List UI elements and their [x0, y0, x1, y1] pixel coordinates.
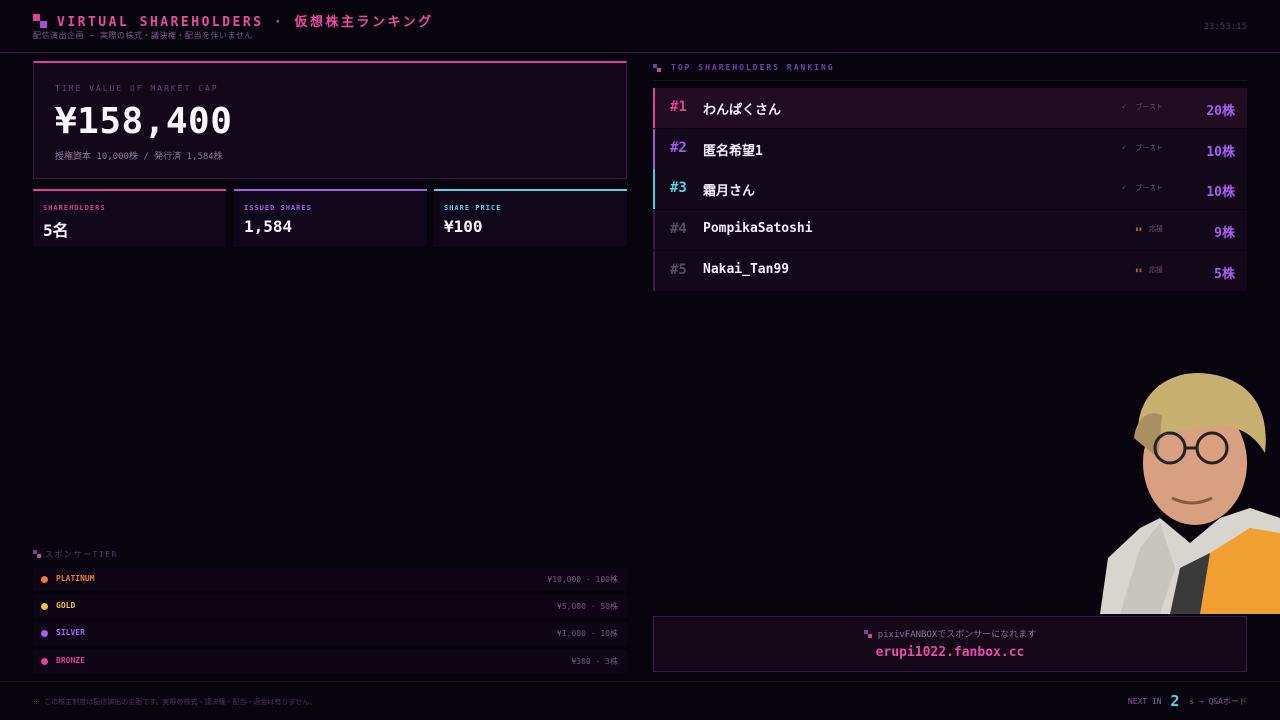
market-cap-value: ¥158,400	[55, 101, 233, 142]
stat-label: SHAREHOLDERS	[43, 204, 106, 212]
page-subtitle: 配信演出企画 — 実際の株式・議決権・配当を伴いません	[33, 31, 253, 40]
ranking-row: #4 PompikaSatoshi ▮▮ 応援 9株	[653, 210, 1247, 250]
tier-row-gold: GOLD ¥5,000 · 50株	[33, 595, 627, 618]
next-suffix: s → Q&Aボード	[1189, 697, 1247, 706]
support-tag-text: ブースト	[1135, 184, 1163, 192]
market-cap-label: TIME VALUE OF MARKET CAP	[55, 84, 219, 93]
support-tag: ▮▮ 応援	[1135, 265, 1163, 275]
header: VIRTUAL SHAREHOLDERS · 仮想株主ランキング 配信演出企画 …	[0, 0, 1280, 53]
rank-number: #1	[670, 99, 687, 115]
ranking-row: #3 霜月さん ➶ ブースト 10株	[653, 169, 1247, 209]
cheer-icon: ▮▮	[1135, 267, 1143, 274]
fanbox-marker-icon	[863, 630, 872, 638]
tier-heading: スポンサーTIER	[33, 549, 118, 560]
rocket-icon: ➶	[1121, 143, 1127, 152]
ranking-heading-text: TOP SHAREHOLDERS RANKING	[671, 63, 835, 72]
support-tag-text: ブースト	[1135, 144, 1163, 152]
tier-row-platinum: PLATINUM ¥10,000 · 100株	[33, 568, 627, 591]
webcam-overlay	[1100, 368, 1280, 614]
share-count: 5株	[1214, 267, 1235, 282]
tier-marker-icon	[33, 550, 41, 558]
share-count: 9株	[1214, 226, 1235, 241]
share-count: 10株	[1206, 185, 1235, 200]
tier-dot-icon	[41, 630, 48, 637]
countdown-number: 2	[1170, 692, 1180, 710]
stat-card-shareholders: SHAREHOLDERS 5名	[33, 189, 226, 247]
rank-number: #3	[670, 180, 687, 196]
ranking-heading: TOP SHAREHOLDERS RANKING	[653, 63, 1247, 81]
tier-row-silver: SILVER ¥1,000 · 10株	[33, 622, 627, 645]
rocket-icon: ➶	[1121, 183, 1127, 192]
fanbox-label-text: pixivFANBOXでスポンサーになれます	[877, 630, 1037, 640]
support-tag-text: 応援	[1149, 266, 1163, 274]
tier-dot-icon	[41, 576, 48, 583]
footer: ※ この株主制度は配信演出の企画です。実際の株式・議決権・配当・返金は有りません…	[0, 681, 1280, 720]
support-tag: ➶ ブースト	[1121, 102, 1163, 112]
rank-number: #5	[670, 262, 687, 278]
ranking-marker-icon	[653, 64, 661, 72]
rank-number: #4	[670, 221, 687, 237]
support-tag: ▮▮ 応援	[1135, 224, 1163, 234]
ranking-row: #5 Nakai_Tan99 ▮▮ 応援 5株	[653, 251, 1247, 291]
next-countdown: NEXT IN 2 s → Q&Aボード	[1128, 692, 1247, 710]
tier-name: BRONZE	[56, 656, 85, 665]
rank-number: #2	[670, 140, 687, 156]
shareholder-name: 霜月さん	[703, 184, 756, 199]
ranking-row: #2 匿名希望1 ➶ ブースト 10株	[653, 129, 1247, 169]
support-tag-text: 応援	[1149, 225, 1163, 233]
support-tag: ➶ ブースト	[1121, 143, 1163, 153]
stat-value: ¥100	[444, 217, 483, 236]
market-cap-panel: TIME VALUE OF MARKET CAP ¥158,400 授権資本 1…	[33, 61, 627, 179]
tier-name: SILVER	[56, 628, 85, 637]
tier-row-bronze: BRONZE ¥300 · 3株	[33, 650, 627, 673]
tier-price: ¥300 · 3株	[571, 657, 618, 666]
page-title: VIRTUAL SHAREHOLDERS · 仮想株主ランキング	[57, 15, 434, 30]
shareholder-name: Nakai_Tan99	[703, 262, 790, 277]
shareholder-name: わんぱくさん	[703, 103, 782, 118]
stat-value: 5名	[43, 221, 69, 240]
tier-name: GOLD	[56, 601, 76, 610]
stat-card-issued-shares: ISSUED SHARES 1,584	[234, 189, 427, 247]
tier-dot-icon	[41, 658, 48, 665]
share-count: 10株	[1206, 145, 1235, 160]
support-tag-text: ブースト	[1135, 103, 1163, 111]
stat-value: 1,584	[244, 217, 293, 236]
shareholder-name: PompikaSatoshi	[703, 221, 813, 236]
tier-price: ¥5,000 · 50株	[557, 602, 618, 611]
stat-label: SHARE PRICE	[444, 204, 502, 212]
fanbox-label: pixivFANBOXでスポンサーになれます	[654, 627, 1246, 640]
tier-price: ¥10,000 · 100株	[547, 575, 618, 584]
streamer-camera-image	[1100, 372, 1280, 614]
ranking-row: #1 わんぱくさん ➶ ブースト 20株	[653, 88, 1247, 128]
tier-name: PLATINUM	[56, 574, 95, 583]
tier-dot-icon	[41, 603, 48, 610]
clock: 23:53:15	[1203, 22, 1247, 32]
stat-card-share-price: SHARE PRICE ¥100	[434, 189, 627, 247]
rocket-icon: ➶	[1121, 102, 1127, 111]
shareholder-name: 匿名希望1	[703, 144, 763, 159]
stat-label: ISSUED SHARES	[244, 204, 312, 212]
share-count: 20株	[1206, 104, 1235, 119]
support-tag: ➶ ブースト	[1121, 183, 1163, 193]
tier-price: ¥1,000 · 10株	[557, 629, 618, 638]
disclaimer: ※ この株主制度は配信演出の企画です。実際の株式・議決権・配当・返金は有りません…	[33, 698, 317, 706]
fanbox-url-link[interactable]: erupi1022.fanbox.cc	[654, 645, 1246, 660]
logo-icon	[33, 14, 47, 28]
market-cap-note: 授権資本 10,000株 / 発行済 1,584株	[55, 152, 223, 162]
cheer-icon: ▮▮	[1135, 226, 1143, 233]
tier-heading-text: スポンサーTIER	[45, 550, 118, 559]
fanbox-panel: pixivFANBOXでスポンサーになれます erupi1022.fanbox.…	[653, 616, 1247, 672]
next-prefix: NEXT IN	[1127, 697, 1162, 706]
